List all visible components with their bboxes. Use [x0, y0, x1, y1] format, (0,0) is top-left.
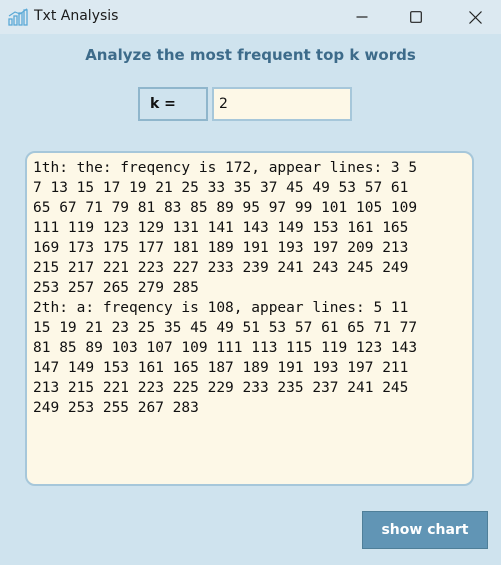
output-line: 249 253 255 267 283: [33, 400, 199, 416]
show-chart-button[interactable]: show chart: [362, 511, 488, 549]
k-input[interactable]: [212, 87, 352, 121]
window-title: Txt Analysis: [34, 8, 119, 24]
close-button[interactable]: [452, 0, 498, 34]
output-line: 65 67 71 79 81 83 85 89 95 97 99 101 105…: [33, 200, 418, 216]
output-line: 253 257 265 279 285: [33, 280, 199, 296]
bar-chart-app-icon: [8, 8, 28, 26]
output-line: 147 149 153 161 165 187 189 191 193 197 …: [33, 360, 409, 376]
maximize-icon: [410, 11, 422, 23]
output-line: 213 215 221 223 225 229 233 235 237 241 …: [33, 380, 409, 396]
results-output[interactable]: 1th: the: freqency is 172, appear lines:…: [25, 151, 474, 486]
output-line: 111 119 123 129 131 141 143 149 153 161 …: [33, 220, 409, 236]
maximize-button[interactable]: [393, 0, 439, 34]
k-label: k =: [138, 87, 208, 121]
minimize-icon: [356, 16, 368, 18]
output-line: 169 173 175 177 181 189 191 193 197 209 …: [33, 240, 409, 256]
output-line: 81 85 89 103 107 109 111 113 115 119 123…: [33, 340, 418, 356]
output-line: 2th: a: freqency is 108, appear lines: 5…: [33, 300, 409, 316]
page-heading: Analyze the most frequent top k words: [85, 46, 416, 64]
output-line: 15 19 21 23 25 35 45 49 51 53 57 61 65 7…: [33, 320, 418, 336]
output-line: 7 13 15 17 19 21 25 33 35 37 45 49 53 57…: [33, 180, 409, 196]
output-line: 1th: the: freqency is 172, appear lines:…: [33, 160, 418, 176]
title-bar: Txt Analysis: [0, 0, 501, 34]
output-line: 215 217 221 223 227 233 239 241 243 245 …: [33, 260, 409, 276]
minimize-button[interactable]: [339, 0, 385, 34]
close-icon: [468, 10, 482, 24]
